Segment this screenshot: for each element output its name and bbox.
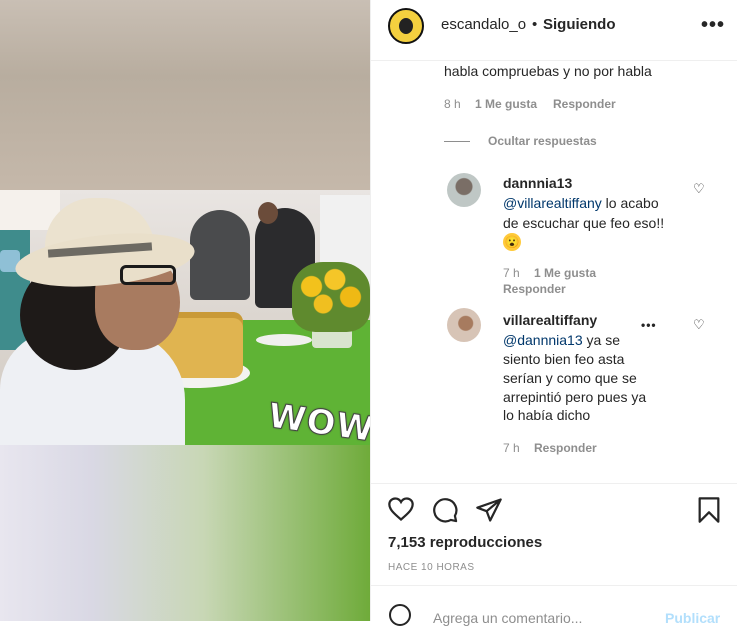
comment-text: habla compruebas y no por habla <box>444 63 652 79</box>
mention-link[interactable]: @dannnia13 <box>503 332 583 348</box>
following-button[interactable]: Siguiendo <box>543 16 616 33</box>
post-sidebar: escandalo_o • Siguiendo ••• habla compru… <box>370 0 737 626</box>
glasses <box>120 265 176 285</box>
reply-button[interactable]: Responder <box>553 97 616 111</box>
add-comment-bar: Agrega un comentario... Publicar <box>371 585 737 626</box>
post-actions: 7,153 reproducciones HACE 10 HORAS <box>371 483 737 586</box>
comment-time[interactable]: 7 h <box>503 266 520 280</box>
comment-input[interactable]: Agrega un comentario... <box>433 610 582 626</box>
username-link[interactable]: escandalo_o <box>441 16 526 33</box>
avatar[interactable] <box>447 173 481 207</box>
video-blur-bottom <box>0 445 370 621</box>
comment-text: arrepintió pero pues ya <box>503 389 647 405</box>
emoji: 😮 <box>503 231 521 251</box>
comment-time[interactable]: 8 h <box>444 97 461 111</box>
share-icon[interactable] <box>475 496 503 529</box>
comment-text: de escuchar que feo eso!! <box>503 215 665 231</box>
heart-icon[interactable] <box>387 496 415 527</box>
comment-text: siento bien feo asta <box>503 351 625 367</box>
comment-username[interactable]: dannnia13 <box>503 173 572 193</box>
view-count[interactable]: 7,153 reproducciones <box>388 534 542 551</box>
divider-line <box>444 141 470 142</box>
comment-username[interactable]: villarealtiffany <box>503 310 597 330</box>
emoji-picker-icon[interactable] <box>389 604 411 626</box>
publish-button[interactable]: Publicar <box>665 610 720 626</box>
comment-likes[interactable]: 1 Me gusta <box>534 266 596 280</box>
astonished-emoji-icon: 😮 <box>503 233 521 251</box>
like-comment-heart-icon[interactable]: ♡ <box>693 181 705 197</box>
avatar[interactable] <box>388 8 424 44</box>
video-blur-top <box>0 0 370 190</box>
comment-text-part: ya se <box>582 332 620 348</box>
comment-text: @dannnia13 ya se <box>503 330 620 350</box>
background-person <box>190 210 250 300</box>
comment-likes[interactable]: 1 Me gusta <box>475 97 537 111</box>
comment-text: serían y como que se <box>503 370 637 386</box>
like-comment-heart-icon[interactable]: ♡ <box>693 317 705 333</box>
comment-icon[interactable] <box>431 496 459 529</box>
hide-replies-button[interactable]: Ocultar respuestas <box>488 134 597 148</box>
flowers <box>292 262 370 332</box>
comment-text: @villarealtiffany lo acabo <box>503 193 659 213</box>
comments-list[interactable]: habla compruebas y no por habla 8 h 1 Me… <box>371 61 737 483</box>
reply-button[interactable]: Responder <box>534 441 597 455</box>
post-media[interactable]: WOW <box>0 0 370 621</box>
comment-text: lo había dicho <box>503 407 591 423</box>
avatar[interactable] <box>447 308 481 342</box>
mention-link[interactable]: @villarealtiffany <box>503 195 602 211</box>
post-timestamp: HACE 10 HORAS <box>388 562 475 573</box>
comment-text-part: lo acabo <box>601 195 659 211</box>
separator-dot: • <box>532 16 538 33</box>
plate <box>256 334 312 346</box>
more-options-icon[interactable]: ••• <box>701 14 725 37</box>
post-header: escandalo_o • Siguiendo ••• <box>371 0 737 61</box>
bookmark-icon[interactable] <box>697 496 721 529</box>
comment-time[interactable]: 7 h <box>503 441 520 455</box>
background-person-head <box>258 202 278 224</box>
reply-button[interactable]: Responder <box>503 282 566 296</box>
comment-more-icon[interactable]: ••• <box>641 318 657 332</box>
